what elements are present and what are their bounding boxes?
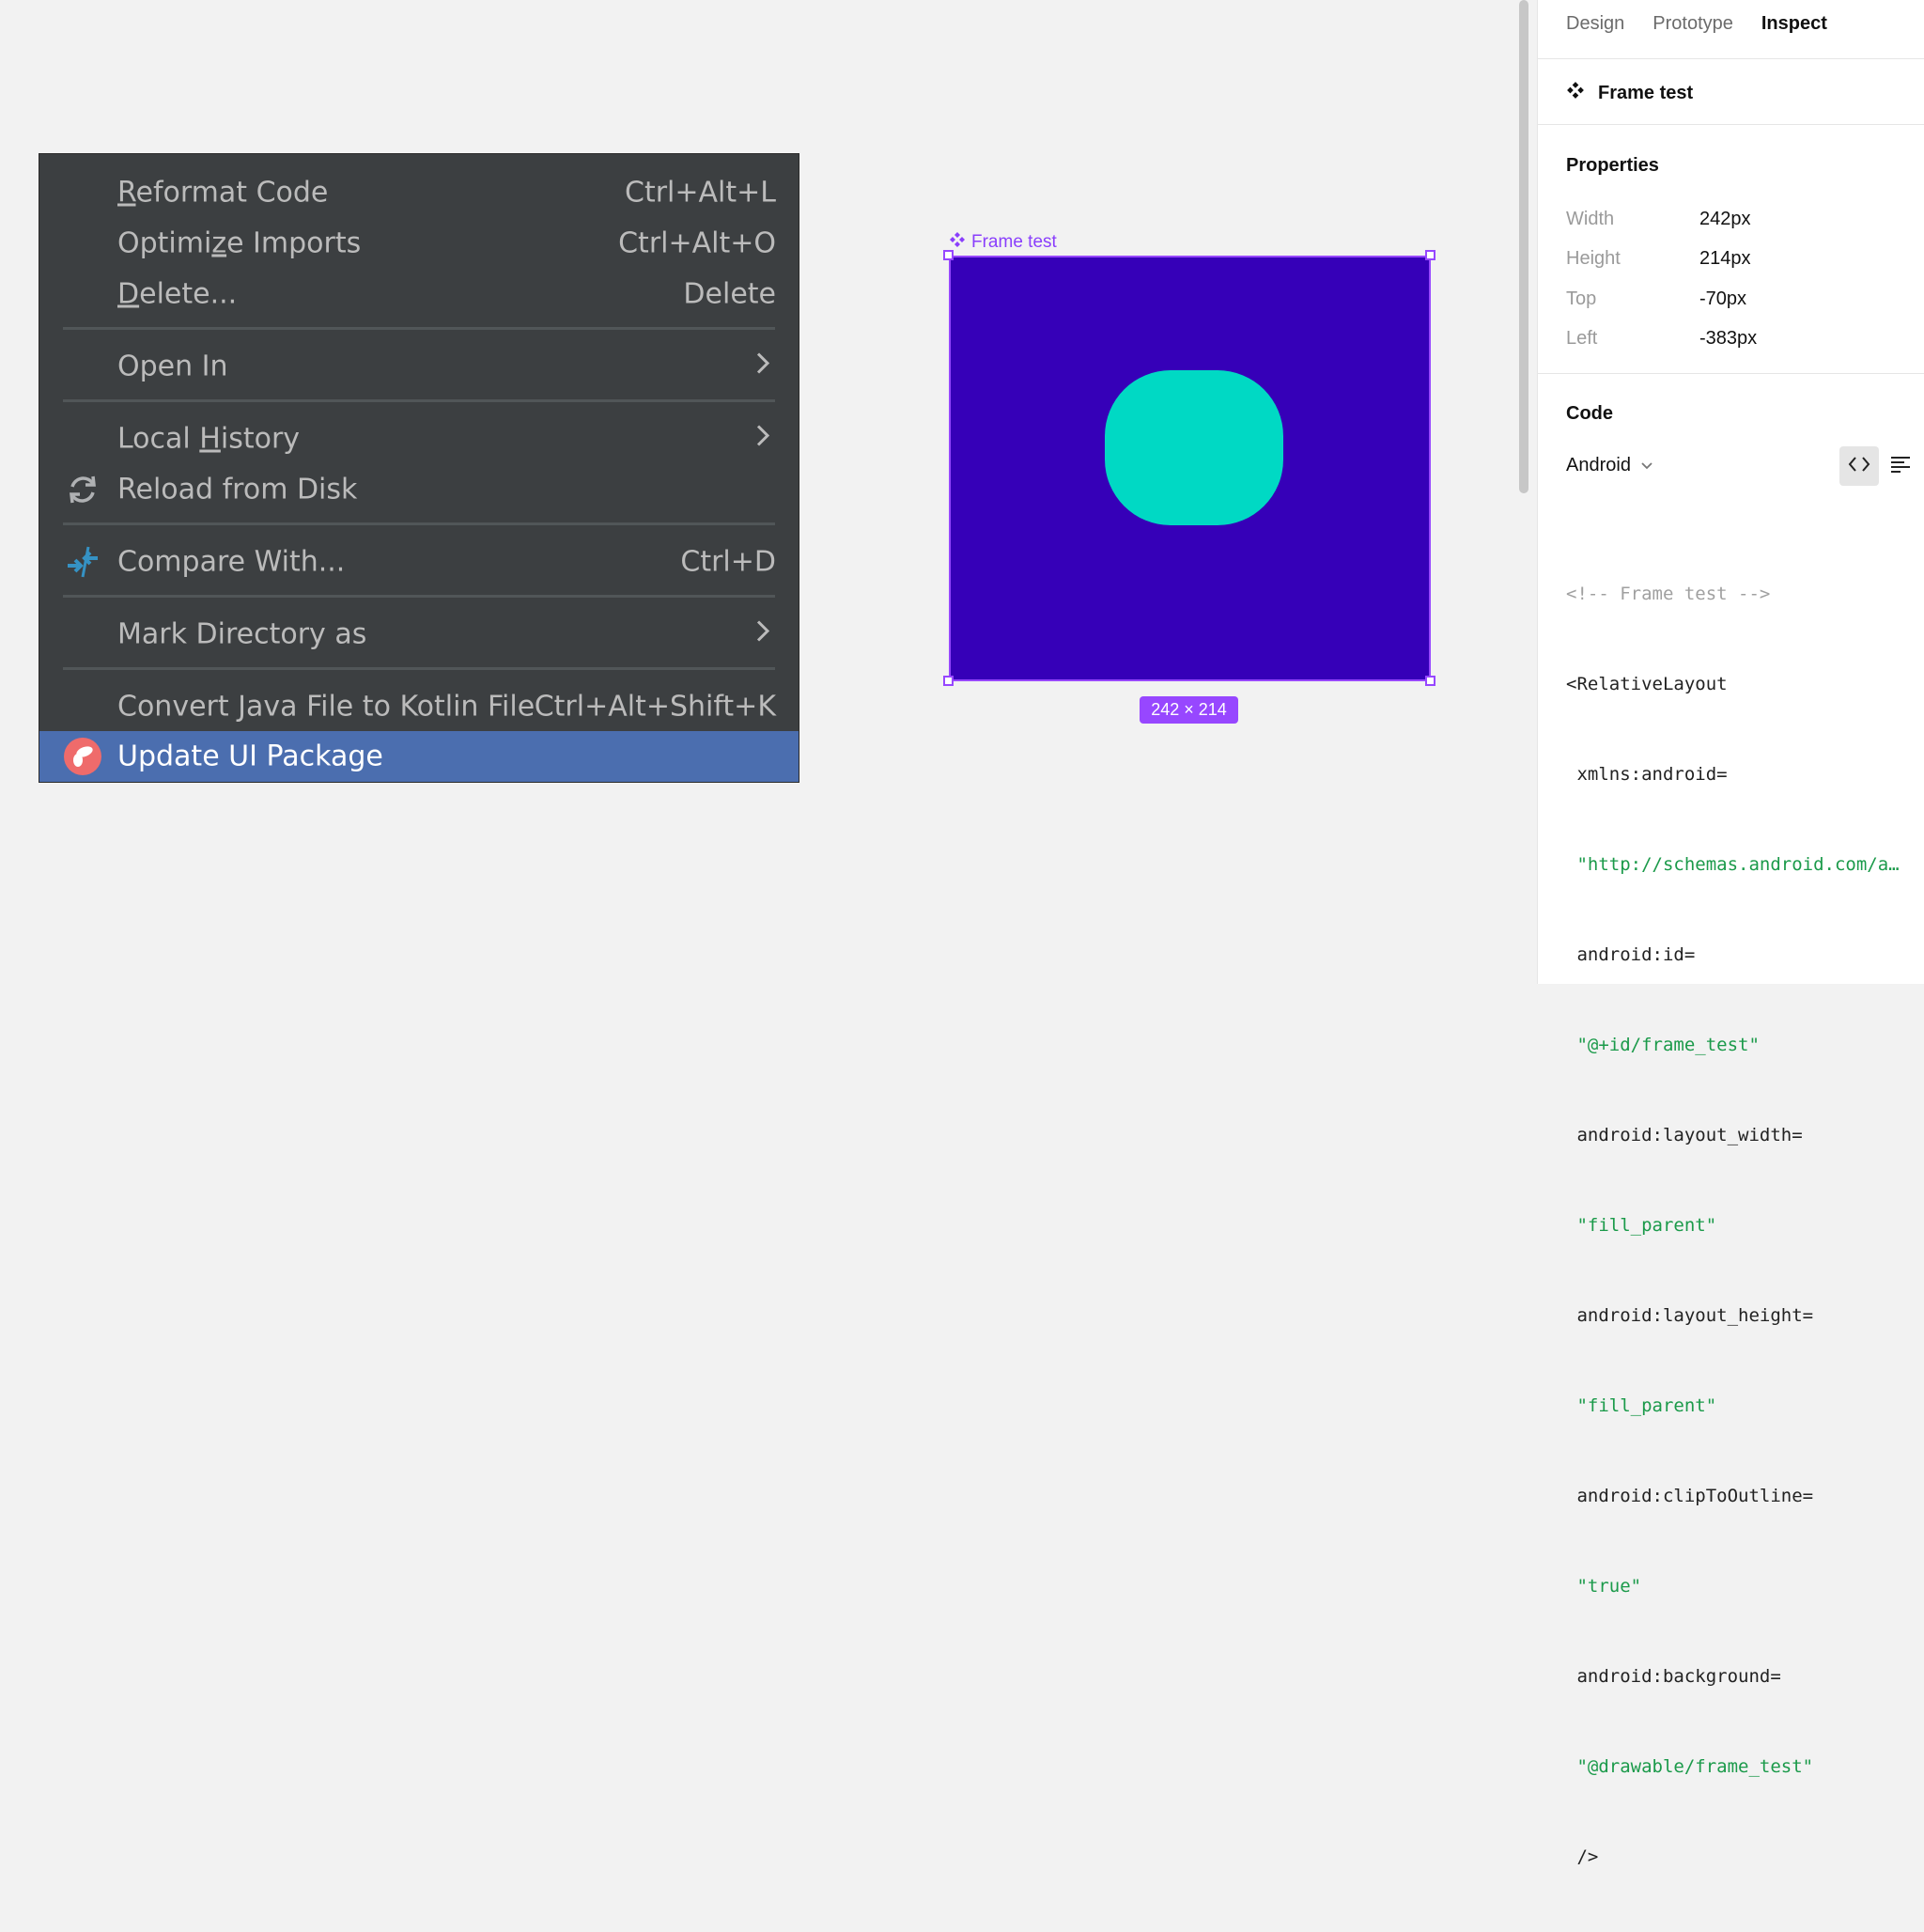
panel-tabs: Design Prototype Inspect <box>1566 13 1827 35</box>
divider <box>1538 58 1924 59</box>
menu-item-mark-directory-as[interactable]: Mark Directory as <box>39 609 799 660</box>
menu-item-shortcut: Ctrl+D <box>680 545 776 579</box>
compare-icon <box>64 543 101 581</box>
component-header: Frame test <box>1566 81 1693 105</box>
resize-handle-bottom-right[interactable] <box>1425 676 1435 686</box>
menu-separator <box>63 399 775 402</box>
menu-item-local-history[interactable]: Local History <box>39 413 799 464</box>
code-line: "true" <box>1566 1576 1642 1597</box>
property-key: Width <box>1566 209 1615 229</box>
code-line: "fill_parent" <box>1566 1395 1717 1416</box>
code-line: android:layout_height= <box>1566 1305 1814 1326</box>
chevron-right-icon <box>755 423 770 456</box>
property-key: Left <box>1566 328 1598 349</box>
menu-item-update-ui-package[interactable]: Update UI Package <box>39 731 799 782</box>
component-name: Frame test <box>1598 82 1694 103</box>
menu-item-label: Open In <box>117 350 228 383</box>
menu-item-label: Mark Directory as <box>117 617 367 651</box>
list-lines-icon <box>1889 456 1912 477</box>
menu-item-shortcut: Ctrl+Alt+Shift+K <box>534 690 776 724</box>
menu-separator <box>63 667 775 670</box>
tab-inspect[interactable]: Inspect <box>1761 13 1827 35</box>
menu-item-label: Reformat Code <box>117 176 329 210</box>
inspect-panel: Design Prototype Inspect Frame test Prop… <box>1537 0 1924 1867</box>
menu-item-optimize-imports[interactable]: Optimize Imports Ctrl+Alt+O <box>39 218 799 269</box>
code-line: "@drawable/frame_test" <box>1566 1756 1814 1777</box>
code-line: android:id= <box>1566 944 1696 965</box>
property-value[interactable]: 242px <box>1699 209 1751 230</box>
menu-separator <box>63 522 775 525</box>
chevron-right-icon <box>755 351 770 383</box>
divider <box>1538 124 1924 125</box>
menu-item-reload-from-disk[interactable]: Reload from Disk <box>39 464 799 515</box>
code-line: "@+id/frame_test" <box>1566 1035 1760 1055</box>
reload-icon <box>64 471 101 508</box>
menu-item-label: Compare With... <box>117 545 346 579</box>
menu-item-shortcut: Ctrl+Alt+L <box>625 176 776 210</box>
property-key: Height <box>1566 248 1621 269</box>
menu-item-shortcut: Delete <box>683 277 776 311</box>
code-line: android:layout_width= <box>1566 1125 1803 1145</box>
menu-separator <box>63 327 775 330</box>
resize-handle-bottom-left[interactable] <box>943 676 954 686</box>
code-line: android:clipToOutline= <box>1566 1486 1814 1506</box>
platform-selected: Android <box>1566 455 1631 475</box>
menu-item-shortcut: Ctrl+Alt+O <box>618 226 776 260</box>
menu-item-label: Optimize Imports <box>117 226 362 260</box>
menu-item-reformat-code[interactable]: Reformat Code Ctrl+Alt+L <box>39 167 799 218</box>
menu-item-label: Update UI Package <box>117 740 383 773</box>
tab-design[interactable]: Design <box>1566 13 1624 35</box>
code-line: xmlns:android= <box>1566 764 1728 785</box>
frame-name-label[interactable]: Frame test <box>949 231 1057 254</box>
code-brackets-icon <box>1848 456 1870 477</box>
menu-item-delete[interactable]: Delete... Delete <box>39 269 799 319</box>
chevron-right-icon <box>755 618 770 651</box>
menu-item-open-in[interactable]: Open In <box>39 341 799 392</box>
resize-handle-top-right[interactable] <box>1425 250 1435 260</box>
menu-item-label: Convert Java File to Kotlin File <box>117 690 535 724</box>
code-block[interactable]: <!-- Frame test --> <RelativeLayout xmln… <box>1566 519 1914 1932</box>
tab-prototype[interactable]: Prototype <box>1652 13 1733 35</box>
plugin-logo-icon <box>64 738 101 775</box>
code-line: /> <box>1566 1846 1599 1867</box>
dimension-badge: 242 × 214 <box>1140 696 1238 724</box>
menu-item-label: Local History <box>117 422 301 456</box>
code-title: Code <box>1566 403 1613 424</box>
menu-item-label: Reload from Disk <box>117 473 358 506</box>
platform-dropdown[interactable]: Android <box>1566 455 1653 476</box>
code-line: android:background= <box>1566 1666 1781 1687</box>
selected-frame[interactable] <box>949 256 1431 681</box>
rounded-shape[interactable] <box>1105 370 1283 525</box>
divider <box>1538 373 1924 374</box>
list-view-toggle-button[interactable] <box>1884 446 1917 486</box>
property-value[interactable]: 214px <box>1699 248 1751 270</box>
property-value[interactable]: -70px <box>1699 288 1746 310</box>
code-line: <!-- Frame test --> <box>1566 584 1771 604</box>
code-view-toggle-button[interactable] <box>1839 446 1879 486</box>
chevron-down-icon <box>1640 455 1653 476</box>
code-line: <RelativeLayout <box>1566 674 1728 694</box>
property-value[interactable]: -383px <box>1699 328 1757 350</box>
resize-handle-top-left[interactable] <box>943 250 954 260</box>
menu-separator <box>63 595 775 598</box>
canvas-scrollbar[interactable] <box>1519 0 1528 493</box>
property-key: Top <box>1566 288 1597 309</box>
menu-item-compare-with[interactable]: Compare With... Ctrl+D <box>39 537 799 587</box>
properties-title: Properties <box>1566 155 1659 176</box>
menu-item-convert-java-to-kotlin[interactable]: Convert Java File to Kotlin File Ctrl+Al… <box>39 681 799 732</box>
code-line: "http://schemas.android.com/a… <box>1566 854 1900 875</box>
menu-item-label: Delete... <box>117 277 238 311</box>
context-menu: Reformat Code Ctrl+Alt+L Optimize Import… <box>39 153 799 783</box>
component-icon <box>1566 81 1585 105</box>
code-line: "fill_parent" <box>1566 1215 1717 1236</box>
